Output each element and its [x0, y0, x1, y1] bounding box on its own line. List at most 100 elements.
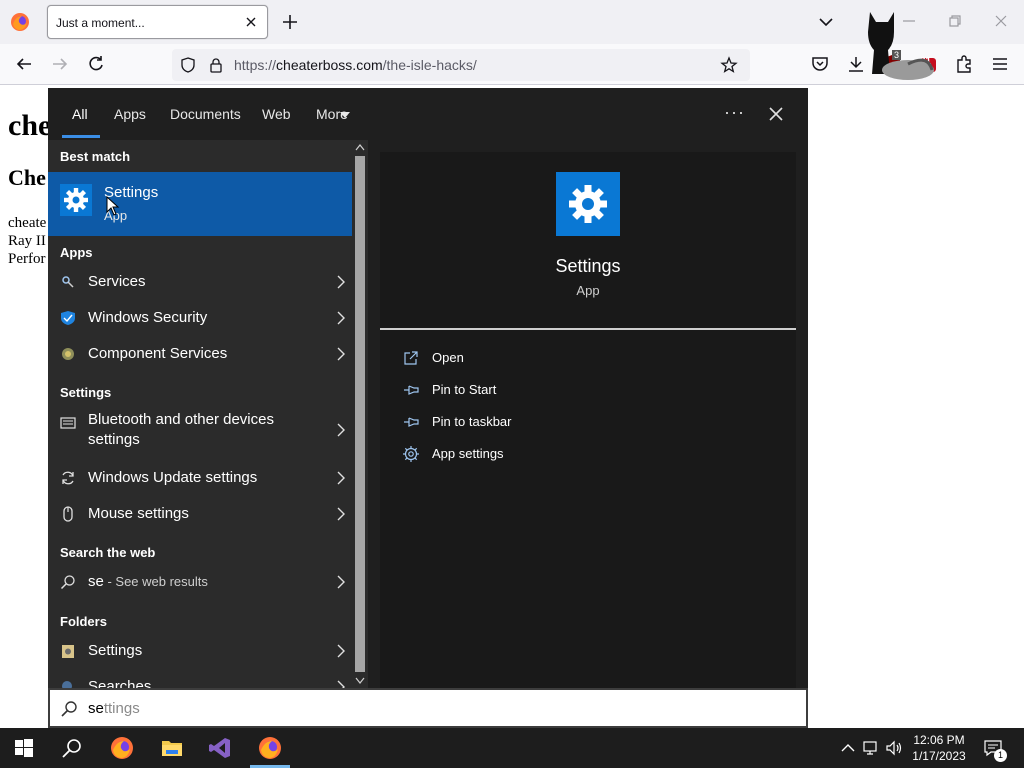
- chevron-right-icon[interactable]: [336, 644, 346, 658]
- app-result-services[interactable]: Services: [48, 264, 352, 300]
- page-heading-1: che: [8, 109, 52, 142]
- chevron-right-icon[interactable]: [336, 575, 346, 589]
- firefox-logo-icon: [259, 737, 281, 759]
- taskbar-firefox[interactable]: [98, 728, 146, 768]
- chevron-down-icon[interactable]: [816, 12, 836, 32]
- taskbar-clock[interactable]: 12:06 PM 1/17/2023: [904, 732, 974, 764]
- taskbar-search-button[interactable]: [48, 728, 96, 768]
- result-label: Windows Update settings: [88, 469, 258, 486]
- app-result-windows-security[interactable]: Windows Security: [48, 300, 352, 336]
- detail-app-type: App: [576, 283, 600, 298]
- mouse-cursor-icon: [106, 196, 120, 216]
- restore-icon[interactable]: [946, 12, 964, 30]
- volume-icon[interactable]: [884, 738, 904, 758]
- search-autocomplete-text: ttings: [103, 700, 140, 717]
- network-icon[interactable]: [862, 738, 882, 758]
- start-search-input[interactable]: settings: [48, 688, 808, 728]
- close-icon[interactable]: [766, 104, 786, 124]
- folder-settings-icon: [62, 645, 74, 658]
- section-header-search-web: Search the web: [60, 545, 156, 560]
- chevron-up-icon[interactable]: [838, 738, 858, 758]
- chevron-right-icon[interactable]: [336, 680, 346, 688]
- folder-result-settings[interactable]: Settings: [48, 633, 352, 669]
- firefox-logo-icon[interactable]: [10, 12, 30, 32]
- detail-app-name: Settings: [555, 256, 621, 276]
- app-result-component-services[interactable]: Component Services: [48, 336, 352, 372]
- clock-time: 12:06 PM: [913, 733, 965, 747]
- search-icon: [62, 739, 81, 758]
- action-label: Pin to taskbar: [432, 414, 512, 429]
- close-window-icon[interactable]: [992, 12, 1010, 30]
- result-label-line2: settings: [88, 431, 140, 448]
- chevron-right-icon[interactable]: [336, 507, 346, 521]
- chevron-right-icon[interactable]: [336, 423, 346, 437]
- search-icon: [61, 701, 77, 717]
- bookmark-star-icon[interactable]: [720, 56, 738, 74]
- page-text-line: Perfor: [8, 251, 46, 267]
- scroll-thumb[interactable]: [355, 156, 365, 672]
- result-label: Searches: [88, 678, 152, 688]
- web-result-label: se - See web results: [88, 572, 208, 592]
- search-query-text: settings: [88, 700, 140, 717]
- folder-search-icon: [62, 681, 72, 688]
- filter-tab-all[interactable]: All: [72, 106, 88, 122]
- start-button[interactable]: [0, 728, 48, 768]
- taskbar-visual-studio[interactable]: [196, 728, 244, 768]
- browser-tab-active[interactable]: Just a moment...: [47, 5, 268, 39]
- results-scrollbar[interactable]: [352, 140, 368, 688]
- open-external-icon: [404, 351, 418, 365]
- reload-icon[interactable]: [86, 54, 106, 74]
- active-filter-indicator: [62, 135, 100, 138]
- scroll-down-arrow-icon[interactable]: [355, 677, 365, 685]
- back-arrow-icon[interactable]: [14, 54, 34, 74]
- taskbar-firefox-active[interactable]: [246, 728, 294, 768]
- search-filter-bar: All Apps Documents Web More ···: [48, 88, 808, 140]
- notification-count-badge: 1: [994, 749, 1007, 762]
- section-header-best-match: Best match: [60, 149, 131, 164]
- chevron-right-icon[interactable]: [336, 275, 346, 289]
- start-search-flyout: All Apps Documents Web More ··· Best mat…: [48, 88, 808, 728]
- filter-tab-documents[interactable]: Documents: [170, 106, 241, 122]
- folder-icon: [162, 741, 182, 756]
- close-tab-icon[interactable]: [243, 14, 259, 30]
- scroll-up-arrow-icon[interactable]: [355, 143, 365, 151]
- web-query: se: [88, 573, 104, 590]
- ellipsis-icon[interactable]: ···: [724, 102, 745, 123]
- folder-result-searches[interactable]: Searches: [48, 669, 352, 688]
- page-text-line: cheate: [8, 215, 47, 231]
- tab-title: Just a moment...: [56, 16, 145, 30]
- chevron-right-icon[interactable]: [336, 347, 346, 361]
- settings-gear-icon: [60, 184, 92, 216]
- settings-result-windows-update[interactable]: Windows Update settings: [48, 460, 352, 496]
- settings-result-bluetooth[interactable]: Bluetooth and other devices settings: [48, 404, 352, 456]
- best-match-settings[interactable]: Settings App: [48, 172, 352, 236]
- desktop-cat-icon: [868, 12, 934, 80]
- filter-tab-apps[interactable]: Apps: [114, 106, 146, 122]
- caret-down-icon[interactable]: [340, 112, 350, 118]
- chevron-right-icon[interactable]: [336, 311, 346, 325]
- forward-arrow-icon[interactable]: [50, 54, 70, 74]
- result-detail-pane: Settings App Open Pin to Start Pin to ta…: [380, 152, 796, 688]
- new-tab-icon[interactable]: [280, 12, 300, 32]
- pocket-icon[interactable]: [810, 54, 830, 74]
- settings-result-mouse[interactable]: Mouse settings: [48, 496, 352, 532]
- tracking-shield-icon[interactable]: [180, 57, 196, 73]
- sync-refresh-icon: [62, 471, 74, 485]
- url-prefix: https://: [234, 57, 277, 73]
- url-bar[interactable]: https://cheaterboss.com/the-isle-hacks/: [172, 49, 750, 81]
- result-label-line1: Bluetooth and other devices: [88, 411, 274, 428]
- result-label: Services: [88, 273, 146, 290]
- section-header-folders: Folders: [60, 614, 107, 629]
- web-search-result[interactable]: se - See web results: [48, 564, 352, 600]
- action-label: Open: [432, 350, 464, 365]
- extensions-puzzle-icon[interactable]: [954, 54, 974, 74]
- chevron-right-icon[interactable]: [336, 471, 346, 485]
- firefox-logo-icon: [111, 737, 133, 759]
- hamburger-menu-icon[interactable]: [990, 54, 1010, 74]
- windows-logo-icon: [15, 739, 33, 757]
- filter-tab-web[interactable]: Web: [262, 106, 291, 122]
- lock-icon[interactable]: [208, 57, 224, 73]
- taskbar-file-explorer[interactable]: [148, 728, 196, 768]
- search-results-list: Best match Settings App Apps Services Wi…: [48, 140, 352, 688]
- services-gear-icon: [62, 276, 74, 288]
